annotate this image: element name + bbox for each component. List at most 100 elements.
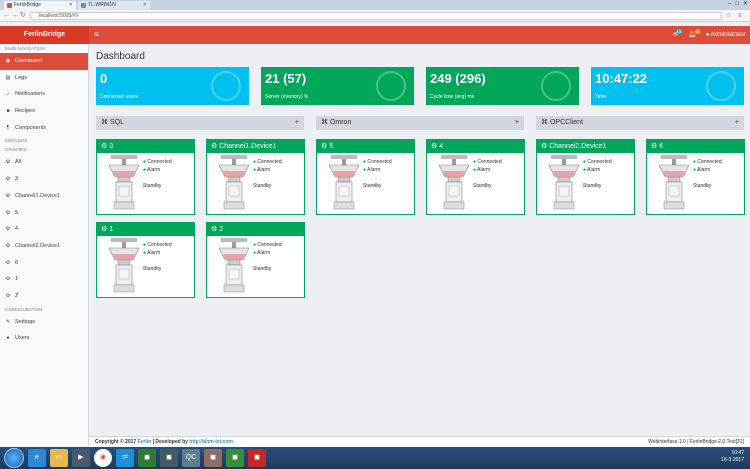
gears-icon: ⚙ (5, 159, 11, 166)
sidebar-item-device[interactable]: ⚙ 2 (0, 288, 88, 305)
blender-machine-image (328, 155, 360, 210)
close-window-button[interactable]: ✕ (743, 0, 748, 9)
status-text: Alarm (697, 167, 711, 173)
sidebar-item-label: 5 (15, 209, 19, 216)
sidebar-item-label: 4 (15, 226, 19, 233)
device-card[interactable]: ⚙ Channel1.Device1 ● Connected ● Alarm Stan… (206, 139, 305, 215)
sidebar-item-label: 3 (15, 176, 19, 183)
teamviewer-icon[interactable]: ⇄ (116, 449, 134, 467)
expand-plus-button[interactable]: + (515, 116, 519, 130)
user-plus-icon (211, 71, 241, 101)
user-menu[interactable]: ● Administrator (706, 26, 746, 44)
clock-date: 16-3-2017 (721, 457, 744, 463)
blender-machine-image (108, 238, 140, 293)
forward-arrow-icon[interactable]: → (11, 12, 18, 20)
url-input[interactable]: localhost:5000/#!/ (30, 12, 722, 20)
sidebar-item-device[interactable]: ⚙ 4 (0, 221, 88, 238)
start-button[interactable] (4, 448, 24, 468)
bell-icon: ♪ (6, 91, 10, 98)
reload-icon[interactable]: ↻ (20, 12, 26, 20)
expand-plus-button[interactable]: + (295, 116, 299, 130)
developer-link[interactable]: http://dnm-ict.com (189, 439, 233, 445)
device-card[interactable]: ⚙ 3 ● Connected ● Alarm Standby (96, 139, 195, 215)
copyright-text: Copyright © 2017 (95, 439, 138, 445)
status-text: Alarm (367, 167, 381, 173)
info-box: 249 (296) Cycle time (avg) ms (426, 67, 579, 105)
info-box-value: 21 (57) (265, 71, 307, 86)
close-tab-icon[interactable]: ✕ (143, 1, 147, 10)
sidebar-item-dashboard[interactable]: ◉ Dashboard (0, 53, 88, 70)
messages-button[interactable]: ✉ 13 (673, 26, 683, 44)
sidebar-section-title: MODULES (5, 138, 28, 144)
sidebar-item-device[interactable]: ⚙ Channel1.Device1 (0, 188, 88, 205)
browser-tab-label: TL-WR841N (88, 2, 116, 8)
file-explorer-icon[interactable]: ▭ (50, 449, 68, 467)
minimize-button[interactable]: – (728, 0, 731, 9)
hamburger-icon[interactable]: ≡ (94, 26, 99, 44)
users-icon: ● (6, 335, 10, 342)
info-box-label: Time (595, 94, 606, 100)
app-icon[interactable]: ◼ (248, 449, 266, 467)
system-tray-clock[interactable]: 10:47 16-3-2017 (721, 450, 744, 464)
back-arrow-icon[interactable]: ← (3, 12, 10, 20)
gear-icon: ⚙ (321, 143, 330, 150)
browser-tab-ferlinbridge[interactable]: FerlinBridge ✕ (4, 1, 76, 10)
device-card-header: ⚙ Channel1.Device1 (207, 140, 304, 153)
app-icon[interactable]: ◼ (226, 449, 244, 467)
sidebar-item-label: Users (15, 335, 30, 342)
media-player-icon[interactable]: ▶ (72, 449, 90, 467)
app-icon[interactable]: QC (182, 449, 200, 467)
gear-icon: ⚙ (5, 176, 11, 183)
sidebar-item-components[interactable]: ¶ Components (0, 120, 88, 137)
sidebar-item-device[interactable]: ⚙ Channel2.Device1 (0, 238, 88, 255)
status-text: Alarm (257, 167, 271, 173)
sitemap-icon: ⌘ (101, 119, 110, 126)
gear-icon: ⚙ (101, 143, 110, 150)
sidebar-item-label: 2 (15, 292, 19, 299)
app-logo[interactable]: FerlinBridge (0, 26, 89, 44)
sidebar-item-label: Components (15, 124, 47, 131)
internet-explorer-icon[interactable]: e (28, 449, 46, 467)
expand-plus-button[interactable]: + (735, 116, 739, 130)
device-card[interactable]: ⚙ 1 ● Connected ● Alarm Standby (96, 222, 195, 298)
sidebar-item-device[interactable]: ⚙ 6 (0, 255, 88, 272)
blender-machine-image (548, 155, 580, 210)
sidebar-item-label: 6 (15, 259, 19, 266)
ferlin-link[interactable]: Ferlin (138, 439, 152, 445)
app-icon[interactable]: ◼ (138, 449, 156, 467)
app-icon[interactable]: ◼ (204, 449, 222, 467)
gear-icon: ⚙ (5, 276, 11, 283)
sidebar-item-device[interactable]: ⚙ 1 (0, 271, 88, 288)
browser-tab-router[interactable]: TL-WR841N ✕ (78, 1, 150, 10)
close-tab-icon[interactable]: ✕ (69, 1, 73, 10)
sidebar-item-settings[interactable]: ✎ Settings (0, 314, 88, 331)
star-icon[interactable]: ☆ (726, 12, 731, 20)
info-box: 21 (57) Server (memory) % (261, 67, 414, 105)
group-header-omron[interactable]: ⌘ Omron + (316, 116, 524, 130)
device-card[interactable]: ⚙ 2 ● Connected ● Alarm Standby (206, 222, 305, 298)
sidebar-item-notifications[interactable]: ♪ Notifications (0, 86, 88, 103)
gear-icon: ⚙ (651, 143, 660, 150)
sidebar-item-logs[interactable]: ▤ Logs (0, 70, 88, 87)
group-header-opcclient[interactable]: ⌘ OPCClient + (536, 116, 744, 130)
browser-menu-icon[interactable]: ≡ (738, 12, 742, 20)
user-name: Administrator (710, 32, 746, 38)
device-card[interactable]: ⚙ 5 ● Connected ● Alarm Standby (316, 139, 415, 215)
alarm-status: ● Alarm (473, 167, 490, 173)
sidebar-item-device[interactable]: ⚙ 5 (0, 205, 88, 222)
device-card[interactable]: ⚙ Channel2.Device1 ● Connected ● Alarm Stan… (536, 139, 635, 215)
group-header-sql[interactable]: ⌘ SQL + (96, 116, 304, 130)
maximize-button[interactable]: □ (735, 0, 739, 9)
sidebar-item-recipes[interactable]: ■ Recipes (0, 103, 88, 120)
sidebar-item-all[interactable]: ⚙ All (0, 154, 88, 171)
connected-status: ● Connected (583, 159, 612, 165)
info-box-value: 0 (100, 71, 108, 86)
notifications-button[interactable]: 🔔︎ 3 (688, 26, 700, 44)
alarm-status: ● Alarm (143, 250, 160, 256)
sidebar-item-users[interactable]: ● Users (0, 330, 88, 347)
device-card[interactable]: ⚙ 6 ● Connected ● Alarm Standby (646, 139, 745, 215)
sidebar-item-device[interactable]: ⚙ 3 (0, 171, 88, 188)
chrome-icon[interactable]: ◉ (94, 449, 112, 467)
app-icon[interactable]: ◼ (160, 449, 178, 467)
device-card[interactable]: ⚙ 4 ● Connected ● Alarm Standby (426, 139, 525, 215)
